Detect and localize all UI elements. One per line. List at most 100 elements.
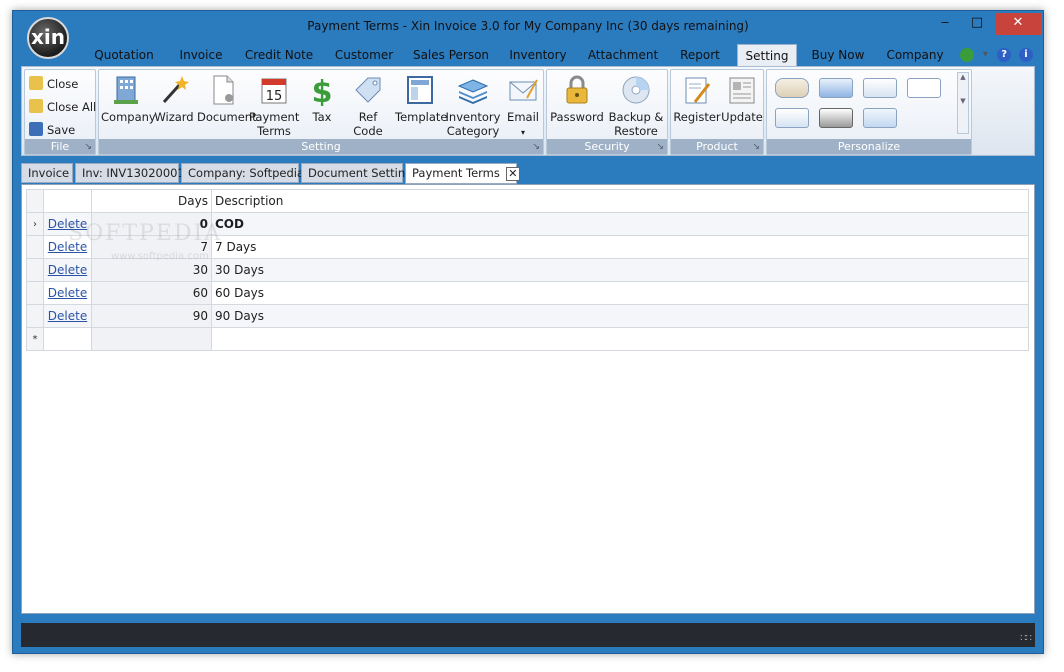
register-button[interactable]: Register [673, 74, 721, 124]
tax-button[interactable]: $ Tax [303, 74, 341, 124]
doc-tab-payment-terms[interactable]: Payment Terms ✕ [405, 163, 520, 184]
svg-text:$: $ [312, 75, 333, 106]
style-swatch[interactable] [775, 78, 809, 98]
description-cell[interactable]: COD [211, 212, 1029, 236]
tab-sales-person[interactable]: Sales Person [405, 44, 497, 66]
update-document-icon [726, 74, 758, 106]
company-button[interactable]: Company [101, 74, 156, 124]
tab-customer[interactable]: Customer [325, 44, 403, 66]
tab-setting[interactable]: Setting [737, 44, 797, 66]
style-swatch[interactable] [819, 78, 853, 98]
tab-company[interactable]: Company [877, 44, 953, 66]
days-cell[interactable]: 60 [91, 281, 212, 305]
style-swatch[interactable] [819, 108, 853, 128]
save-button[interactable]: Save [29, 120, 75, 140]
close-tab-icon[interactable]: ✕ [505, 167, 520, 181]
minimize-button[interactable]: ‒ [929, 13, 961, 35]
tab-inventory[interactable]: Inventory [499, 44, 577, 66]
doc-tab-inv[interactable]: Inv: INV13020001 [75, 163, 185, 183]
row-header-corner [26, 189, 44, 213]
doc-tab-document-setting[interactable]: Document Setting [301, 163, 412, 183]
inventory-category-button[interactable]: Inventory Category [445, 74, 501, 138]
delete-link[interactable]: Delete [43, 235, 92, 259]
help-icon[interactable]: ? [997, 47, 1012, 62]
new-row-delete-cell [43, 327, 92, 351]
folder-close-icon [29, 76, 43, 90]
new-description-cell[interactable] [211, 327, 1029, 351]
description-cell[interactable]: 60 Days [211, 281, 1029, 305]
ref-code-button[interactable]: Ref Code [343, 74, 393, 138]
group-launcher-icon[interactable]: ↘ [84, 142, 92, 152]
chevron-down-icon[interactable]: ▾ [981, 48, 989, 62]
table-row[interactable]: › Delete 0 COD [26, 212, 1029, 236]
email-dropdown-icon[interactable]: ▾ [521, 128, 525, 137]
style-swatch[interactable] [863, 108, 897, 128]
description-cell[interactable]: 30 Days [211, 258, 1029, 282]
delete-link[interactable]: Delete [43, 258, 92, 282]
title-bar: xin Payment Terms - Xin Invoice 3.0 for … [13, 11, 1043, 59]
days-cell[interactable]: 0 [91, 212, 212, 236]
calendar-icon: 15 [258, 74, 290, 106]
style-swatch[interactable] [863, 78, 897, 98]
delete-link[interactable]: Delete [43, 304, 92, 328]
floppy-disk-icon [29, 122, 43, 136]
new-row[interactable]: * [26, 327, 1029, 351]
delete-link[interactable]: Delete [43, 212, 92, 236]
group-launcher-icon[interactable]: ↘ [752, 142, 760, 152]
ribbon-group-file: Close Close All Save File ↘ [24, 69, 96, 155]
close-window-button[interactable]: ✕ [995, 13, 1041, 35]
email-button[interactable]: Email ▾ [501, 74, 545, 140]
tab-quotation[interactable]: Quotation [81, 44, 167, 66]
group-launcher-icon[interactable]: ↘ [532, 142, 540, 152]
days-cell[interactable]: 90 [91, 304, 212, 328]
description-cell[interactable]: 7 Days [211, 235, 1029, 259]
style-swatch[interactable] [907, 78, 941, 98]
template-button[interactable]: Template [395, 74, 447, 124]
resize-grip-icon[interactable]: ∷∷ [1020, 633, 1032, 644]
days-column-header[interactable]: Days [91, 189, 212, 213]
close-all-button[interactable]: Close All [29, 97, 96, 117]
tab-buy-now[interactable]: Buy Now [801, 44, 875, 66]
wizard-button[interactable]: Wizard [151, 74, 197, 124]
app-logo[interactable]: xin [27, 17, 69, 59]
gallery-scrollbar[interactable]: ▲ ▼ [957, 72, 969, 134]
document-button[interactable]: Document [197, 74, 257, 124]
backup-restore-button[interactable]: Backup & Restore [605, 74, 667, 138]
update-button[interactable]: Update [721, 74, 763, 124]
maximize-button[interactable]: □ [961, 13, 993, 35]
doc-tab-company[interactable]: Company: Softpedia [181, 163, 304, 183]
table-row[interactable]: Delete 90 90 Days [26, 304, 1029, 328]
tab-credit-note[interactable]: Credit Note [235, 44, 323, 66]
info-icon[interactable]: i [1019, 47, 1033, 62]
payment-terms-button[interactable]: 15 Payment Terms [249, 74, 299, 138]
password-button[interactable]: Password [549, 74, 605, 124]
description-column-header[interactable]: Description [211, 189, 1029, 213]
close-button[interactable]: Close [29, 74, 78, 94]
table-row[interactable]: Delete 60 60 Days [26, 281, 1029, 305]
group-launcher-icon[interactable]: ↘ [656, 142, 664, 152]
top-right-icons: ▾ ? i [956, 47, 1033, 62]
ribbon-group-personalize: ▲ ▼ Personalize [766, 69, 972, 155]
days-cell[interactable]: 7 [91, 235, 212, 259]
svg-text:15: 15 [266, 89, 283, 104]
magic-wand-icon [158, 74, 190, 106]
globe-icon[interactable] [959, 47, 974, 62]
building-icon [110, 74, 142, 106]
folder-close-all-icon [29, 99, 43, 113]
delete-link[interactable]: Delete [43, 281, 92, 305]
days-cell[interactable]: 30 [91, 258, 212, 282]
description-cell[interactable]: 90 Days [211, 304, 1029, 328]
table-row[interactable]: Delete 30 30 Days [26, 258, 1029, 282]
header-row: Days Description [26, 189, 1029, 213]
tab-attachment[interactable]: Attachment [579, 44, 667, 66]
tab-report[interactable]: Report [669, 44, 731, 66]
tab-invoice[interactable]: Invoice [169, 44, 233, 66]
new-days-cell[interactable] [91, 327, 212, 351]
window-title: Payment Terms - Xin Invoice 3.0 for My C… [307, 19, 749, 33]
doc-tab-invoice[interactable]: Invoice [21, 163, 73, 183]
table-row[interactable]: Delete 7 7 Days [26, 235, 1029, 259]
app-window: xin Payment Terms - Xin Invoice 3.0 for … [12, 10, 1044, 654]
style-swatch[interactable] [775, 108, 809, 128]
ribbon-group-security: Password Backup & Restore Security ↘ [546, 69, 668, 155]
row-header [26, 235, 44, 259]
